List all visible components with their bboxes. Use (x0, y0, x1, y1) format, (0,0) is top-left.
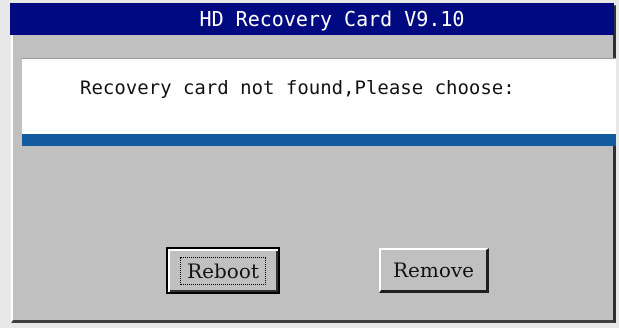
remove-button[interactable]: Remove (379, 248, 489, 293)
reboot-button[interactable]: Reboot (166, 247, 280, 294)
message-text: Recovery card not found,Please choose: (80, 77, 515, 99)
message-accent-bar (22, 134, 616, 146)
remove-button-label: Remove (392, 258, 475, 282)
message-panel: Recovery card not found,Please choose: (22, 58, 616, 134)
recovery-dialog (11, 5, 616, 323)
dialog-title: HD Recovery Card V9.10 (199, 7, 465, 31)
screen: HD Recovery Card V9.10 Recovery card not… (0, 0, 619, 328)
reboot-button-label: Reboot (180, 256, 266, 285)
dialog-titlebar: HD Recovery Card V9.10 (10, 3, 614, 35)
